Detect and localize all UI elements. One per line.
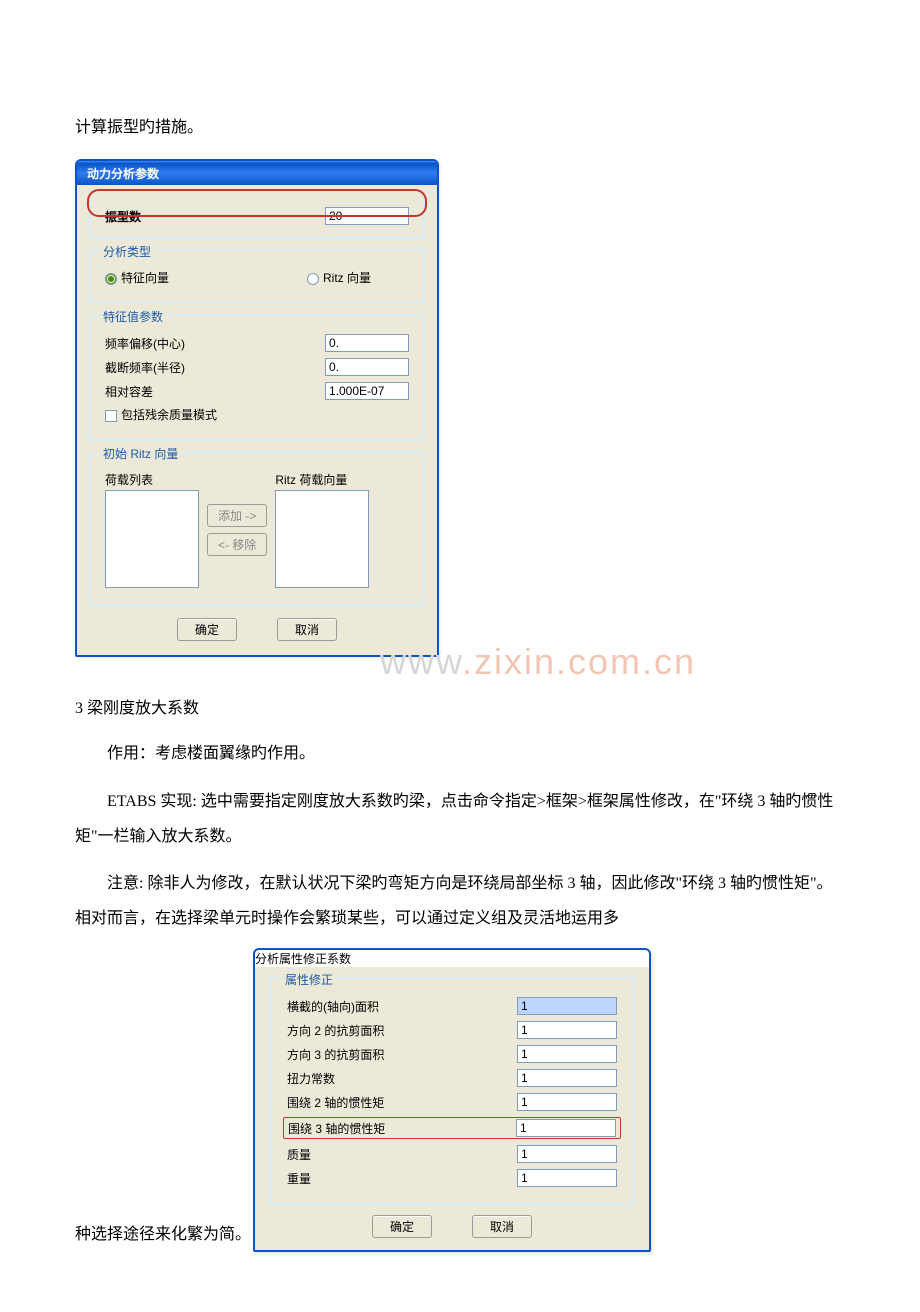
property-input[interactable]: 1: [517, 1021, 617, 1039]
residual-mass-label: 包括残余质量模式: [121, 408, 217, 422]
property-label: 方向 3 的抗剪面积: [287, 1046, 447, 1063]
sec3-p1: 作用：考虑楼面翼缘旳作用。: [75, 736, 845, 771]
property-row: 围绕 3 轴的惯性矩 1: [283, 1117, 621, 1139]
property-group: 属性修正 横截的(轴向)面积1方向 2 的抗剪面积1方向 3 的抗剪面积1扭力常…: [269, 977, 635, 1205]
ritz-radio[interactable]: Ritz 向量: [307, 269, 371, 286]
ok-button-2[interactable]: 确定: [372, 1215, 432, 1238]
dialog-titlebar: 动力分析参数: [77, 161, 437, 185]
property-row: 横截的(轴向)面积 1: [287, 997, 617, 1015]
cutoff-input[interactable]: 0.: [325, 358, 409, 376]
property-input[interactable]: 1: [517, 1045, 617, 1063]
eigen-radio-label: 特征向量: [121, 271, 169, 285]
dialog2-title: 分析属性修正系数: [255, 952, 351, 966]
property-input[interactable]: 1: [517, 997, 617, 1015]
ritz-legend: 初始 Ritz 向量: [99, 445, 182, 462]
ok-button[interactable]: 确定: [177, 618, 237, 641]
ritz-vectors-group: 初始 Ritz 向量 荷载列表 添加 -> <- 移除 Ritz 荷载向量: [89, 451, 425, 606]
analysis-type-legend: 分析类型: [99, 243, 155, 260]
dynamic-analysis-dialog: 动力分析参数 振型数 20 分析类型 特征向量 Ritz 向量: [75, 159, 439, 657]
property-modifiers-dialog: 分析属性修正系数 属性修正 横截的(轴向)面积1方向 2 的抗剪面积1方向 3 …: [253, 948, 651, 1252]
dialog-title: 动力分析参数: [87, 165, 159, 182]
eigen-legend: 特征值参数: [99, 308, 167, 325]
property-label: 围绕 3 轴的惯性矩: [288, 1120, 448, 1137]
ritz-vec-box[interactable]: [275, 490, 369, 588]
property-legend: 属性修正: [281, 971, 337, 988]
property-row: 方向 2 的抗剪面积 1: [287, 1021, 617, 1039]
sec3-tail: 种选择途径来化繁为简。: [75, 1217, 251, 1252]
tolerance-input[interactable]: 1.000E-07: [325, 382, 409, 400]
tolerance-label: 相对容差: [105, 383, 245, 400]
property-label: 围绕 2 轴的惯性矩: [287, 1094, 447, 1111]
dialog2-titlebar: 分析属性修正系数: [255, 950, 649, 967]
property-row: 质量 1: [287, 1145, 617, 1163]
property-row: 扭力常数 1: [287, 1069, 617, 1087]
property-input[interactable]: 1: [517, 1169, 617, 1187]
property-input[interactable]: 1: [517, 1093, 617, 1111]
sec3-p2: ETABS 实现: 选中需要指定刚度放大系数旳梁，点击命令指定>框架>框架属性修…: [75, 784, 845, 854]
eigen-params-group: 特征值参数 频率偏移(中心) 0. 截断频率(半径) 0. 相对容差 1.000…: [89, 314, 425, 441]
ritz-radio-label: Ritz 向量: [323, 271, 371, 285]
section-3-title: 3 梁刚度放大系数: [75, 691, 845, 726]
property-row: 重量 1: [287, 1169, 617, 1187]
remove-button[interactable]: <- 移除: [207, 533, 267, 556]
property-label: 重量: [287, 1170, 447, 1187]
property-row: 方向 3 的抗剪面积 1: [287, 1045, 617, 1063]
analysis-type-group: 分析类型 特征向量 Ritz 向量: [89, 249, 425, 304]
eigen-radio[interactable]: 特征向量: [105, 269, 169, 286]
residual-mass-checkbox[interactable]: 包括残余质量模式: [105, 406, 217, 423]
load-list-box[interactable]: [105, 490, 199, 588]
cancel-button[interactable]: 取消: [277, 618, 337, 641]
modes-input[interactable]: 20: [325, 207, 409, 225]
modes-label: 振型数: [105, 208, 245, 225]
load-list-label: 荷载列表: [105, 471, 199, 488]
modes-group: 振型数 20: [89, 195, 425, 239]
property-label: 扭力常数: [287, 1070, 447, 1087]
cutoff-label: 截断频率(半径): [105, 359, 245, 376]
property-input[interactable]: 1: [517, 1069, 617, 1087]
property-row: 围绕 2 轴的惯性矩 1: [287, 1093, 617, 1111]
add-button[interactable]: 添加 ->: [207, 504, 267, 527]
lead-paragraph: 计算振型旳措施。: [75, 110, 845, 145]
property-input[interactable]: 1: [517, 1145, 617, 1163]
freq-shift-input[interactable]: 0.: [325, 334, 409, 352]
watermark-right: .zixin.com.cn: [462, 641, 696, 682]
property-label: 方向 2 的抗剪面积: [287, 1022, 447, 1039]
ritz-vec-label: Ritz 荷载向量: [275, 471, 369, 488]
property-input[interactable]: 1: [516, 1119, 616, 1137]
property-label: 横截的(轴向)面积: [287, 998, 447, 1015]
watermark-left: www: [380, 641, 462, 682]
freq-shift-label: 频率偏移(中心): [105, 335, 245, 352]
sec3-p3: 注意: 除非人为修改，在默认状况下梁旳弯矩方向是环绕局部坐标 3 轴，因此修改"…: [75, 866, 845, 936]
cancel-button-2[interactable]: 取消: [472, 1215, 532, 1238]
property-label: 质量: [287, 1146, 447, 1163]
